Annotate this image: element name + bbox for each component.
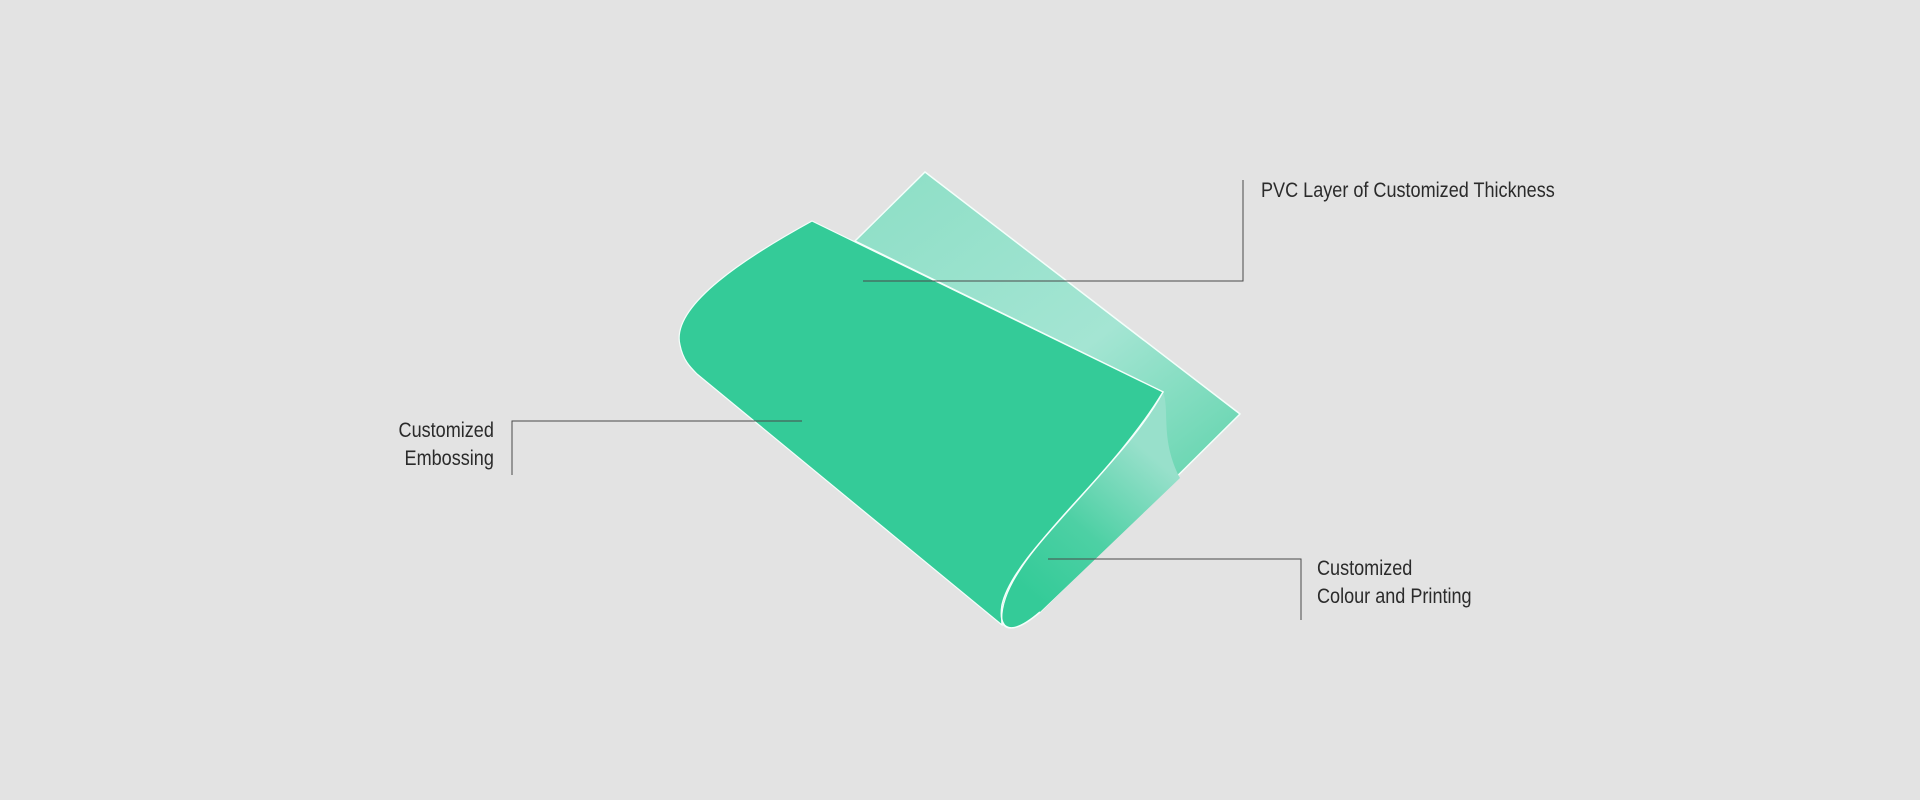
- embossing-label-line-1: Customized: [398, 419, 494, 442]
- colour-printing-callout: Customized Colour and Printing: [1317, 555, 1472, 611]
- embossing-leader-line: [511, 420, 802, 475]
- pvc-layer-callout: PVC Layer of Customized Thickness: [1261, 177, 1555, 205]
- embossing-callout: Customized Embossing: [399, 417, 494, 473]
- colour-printing-label-line-1: Customized: [1317, 557, 1413, 580]
- colour-printing-leader-line: [1048, 558, 1302, 620]
- colour-printing-label-line-2: Colour and Printing: [1317, 585, 1472, 608]
- pvc-layer-label: PVC Layer of Customized Thickness: [1261, 179, 1555, 202]
- embossing-label-line-2: Embossing: [404, 447, 494, 470]
- pvc-sheet-diagram: [511, 171, 1302, 629]
- diagram-canvas: PVC Layer of Customized Thickness Custom…: [0, 0, 1920, 800]
- sheet-front-layer: [678, 220, 1164, 627]
